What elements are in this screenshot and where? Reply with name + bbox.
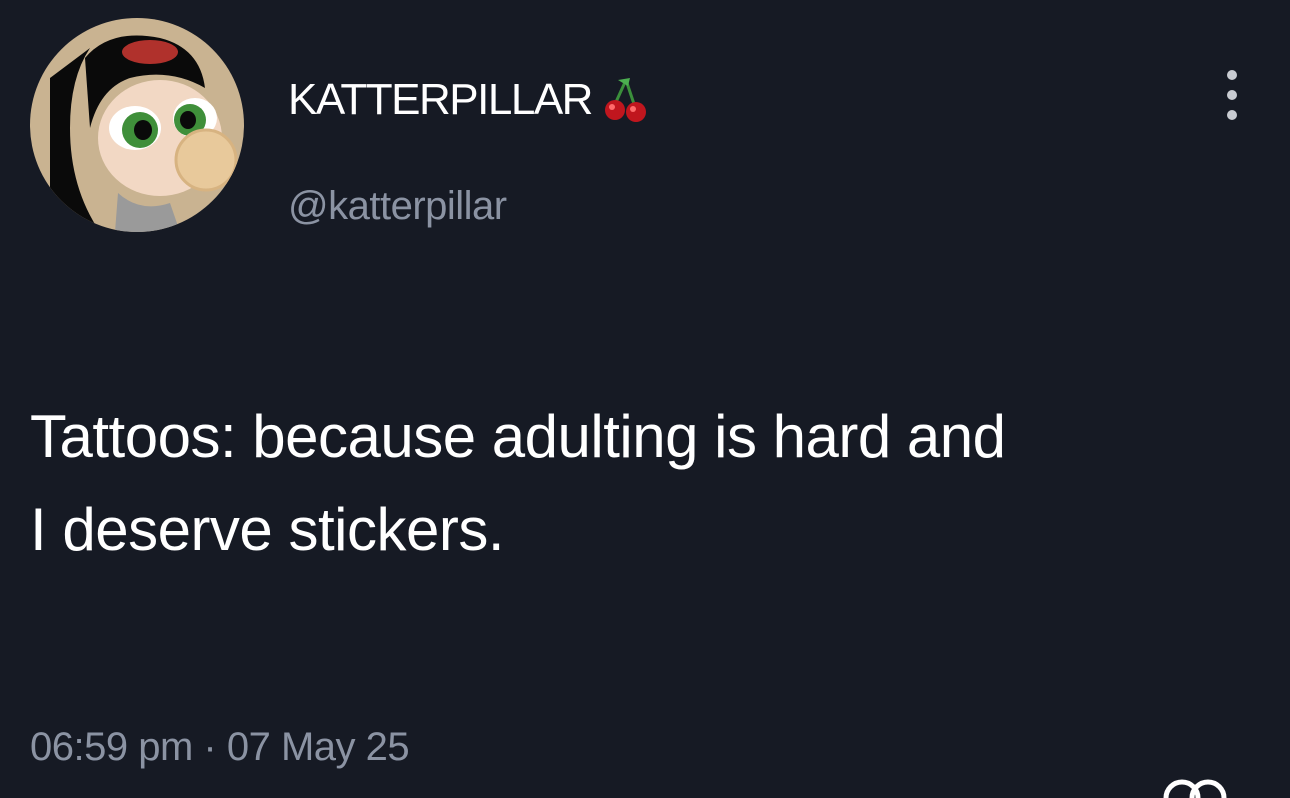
timestamp-separator: ·	[203, 725, 217, 769]
timestamp: 06:59 pm · 07 May 25	[30, 725, 410, 769]
more-vertical-icon-dot	[1227, 110, 1237, 120]
logo-icon	[1160, 776, 1230, 798]
avatar-image	[30, 18, 244, 232]
tweet-text-line-1: Tattoos: because adulting is hard and	[30, 403, 1006, 470]
cherry-icon	[600, 74, 652, 126]
tweet-card: KATTERPILLAR @katterpillar Tattoos: beca…	[0, 0, 1290, 798]
tweet-time: 06:59 pm	[30, 725, 193, 769]
avatar[interactable]	[30, 18, 244, 232]
user-handle[interactable]: @katterpillar	[288, 186, 507, 226]
more-vertical-icon-dot	[1227, 90, 1237, 100]
tweet-text-line-2: I deserve stickers.	[30, 496, 505, 563]
tweet-text: Tattoos: because adulting is hard and I d…	[30, 390, 1260, 576]
more-vertical-icon-dot	[1227, 70, 1237, 80]
display-name[interactable]: KATTERPILLAR	[288, 74, 652, 126]
display-name-text: KATTERPILLAR	[288, 75, 593, 124]
tweet-date: 07 May 25	[226, 725, 410, 769]
more-options-button[interactable]	[1212, 70, 1252, 120]
